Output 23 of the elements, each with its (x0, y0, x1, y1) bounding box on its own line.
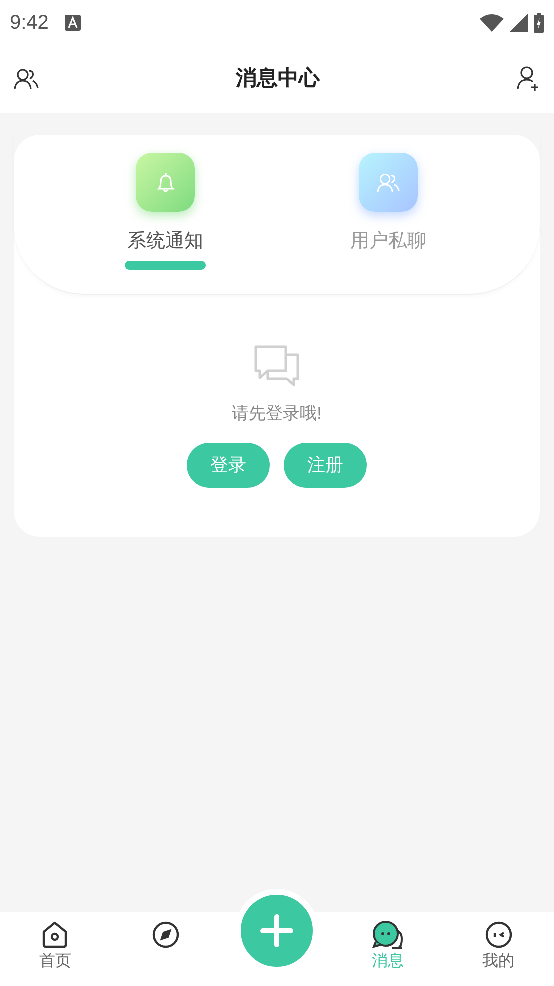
compass-icon (151, 920, 182, 950)
category-tab[interactable]: 系统通知 (125, 228, 206, 270)
status-time: 9:42 (10, 10, 49, 36)
nav-tab[interactable]: 首页 (0, 912, 111, 986)
signal-icon (510, 14, 528, 32)
battery-icon (534, 12, 544, 32)
chat-bubble-icon (372, 920, 404, 950)
keyboard-notification-icon (64, 14, 81, 30)
login-prompt: 请先登录哦! (232, 403, 322, 425)
register-button[interactable]: 注册 (284, 442, 367, 488)
users-tile-icon (359, 153, 418, 212)
page-title: 消息中心 (236, 66, 320, 92)
login-button[interactable]: 登录 (187, 442, 270, 488)
add-user-icon[interactable] (516, 66, 540, 92)
nav-tab[interactable]: 消息 (332, 912, 444, 986)
chat-icon (254, 345, 300, 387)
bell-tile-icon (136, 153, 195, 212)
wifi-icon (480, 14, 504, 32)
face-icon (484, 920, 514, 950)
plus-icon (260, 914, 294, 948)
contacts-icon[interactable] (14, 68, 40, 90)
nav-tab[interactable]: 我的 (443, 912, 554, 986)
category-tab[interactable]: 用户私聊 (348, 228, 429, 270)
